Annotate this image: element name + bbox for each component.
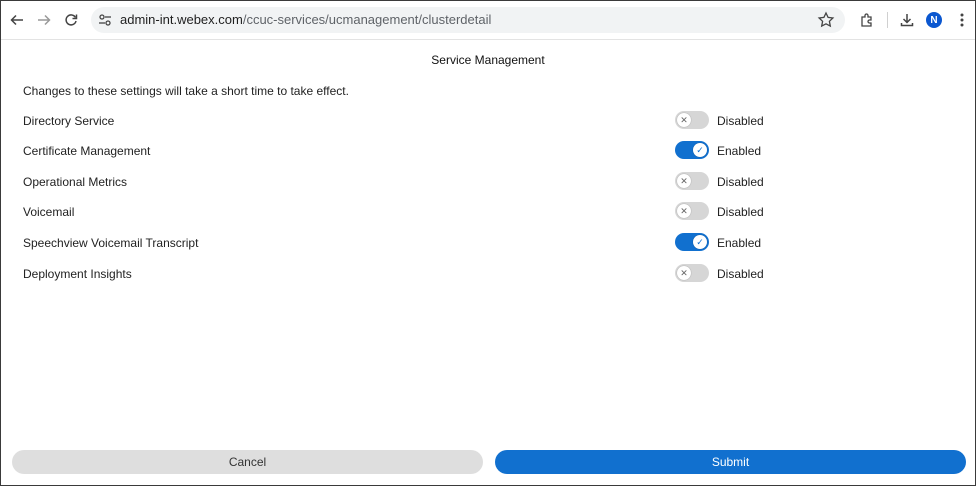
service-state: Disabled xyxy=(717,175,764,189)
profile-avatar[interactable]: N xyxy=(926,12,942,28)
x-icon: ✕ xyxy=(677,174,691,188)
service-label: Speechview Voicemail Transcript xyxy=(23,236,199,250)
service-label: Directory Service xyxy=(23,114,115,128)
more-vert-icon[interactable] xyxy=(950,8,974,32)
url-host: admin-int.webex.com xyxy=(120,12,243,27)
intro-text: Changes to these settings will take a sh… xyxy=(23,84,349,98)
toggle-speechview-voicemail-transcript[interactable]: ✓ xyxy=(675,233,709,251)
url-path: /ccuc-services/ucmanagement/clusterdetai… xyxy=(242,12,492,27)
service-state: Disabled xyxy=(717,267,764,281)
service-row-deployment-insights: Deployment Insights ✕ Disabled xyxy=(1,264,975,286)
back-icon[interactable] xyxy=(5,8,29,32)
star-icon[interactable] xyxy=(817,11,835,29)
service-row-directory-service: Directory Service ✕ Disabled xyxy=(1,111,975,133)
service-row-certificate-management: Certificate Management ✓ Enabled xyxy=(1,141,975,163)
check-icon: ✓ xyxy=(693,235,707,249)
toggle-operational-metrics[interactable]: ✕ xyxy=(675,172,709,190)
toggle-voicemail[interactable]: ✕ xyxy=(675,202,709,220)
x-icon: ✕ xyxy=(677,204,691,218)
address-bar[interactable]: admin-int.webex.com/ccuc-services/ucmana… xyxy=(91,7,845,33)
service-label: Deployment Insights xyxy=(23,267,132,281)
url-text[interactable]: admin-int.webex.com/ccuc-services/ucmana… xyxy=(120,12,491,27)
toolbar-divider xyxy=(887,12,888,28)
browser-window: admin-int.webex.com/ccuc-services/ucmana… xyxy=(0,0,976,486)
submit-button[interactable]: Submit xyxy=(495,450,966,474)
browser-toolbar: admin-int.webex.com/ccuc-services/ucmana… xyxy=(1,1,975,40)
toggle-certificate-management[interactable]: ✓ xyxy=(675,141,709,159)
service-label: Voicemail xyxy=(23,205,75,219)
forward-icon[interactable] xyxy=(32,8,56,32)
cancel-button[interactable]: Cancel xyxy=(12,450,483,474)
page-title: Service Management xyxy=(431,53,545,67)
service-state: Disabled xyxy=(717,205,764,219)
extensions-icon[interactable] xyxy=(855,8,879,32)
service-state: Enabled xyxy=(717,144,762,158)
service-state: Disabled xyxy=(717,114,764,128)
toggle-directory-service[interactable]: ✕ xyxy=(675,111,709,129)
service-row-operational-metrics: Operational Metrics ✕ Disabled xyxy=(1,172,975,194)
x-icon: ✕ xyxy=(677,266,691,280)
reload-icon[interactable] xyxy=(59,8,83,32)
service-label: Certificate Management xyxy=(23,144,151,158)
service-row-voicemail: Voicemail ✕ Disabled xyxy=(1,202,975,224)
service-state: Enabled xyxy=(717,236,762,250)
check-icon: ✓ xyxy=(693,143,707,157)
x-icon: ✕ xyxy=(677,113,691,127)
service-row-speechview-voicemail-transcript: Speechview Voicemail Transcript ✓ Enabled xyxy=(1,233,975,255)
site-info-icon[interactable] xyxy=(97,12,113,28)
service-label: Operational Metrics xyxy=(23,175,128,189)
download-icon[interactable] xyxy=(895,8,919,32)
toggle-deployment-insights[interactable]: ✕ xyxy=(675,264,709,282)
